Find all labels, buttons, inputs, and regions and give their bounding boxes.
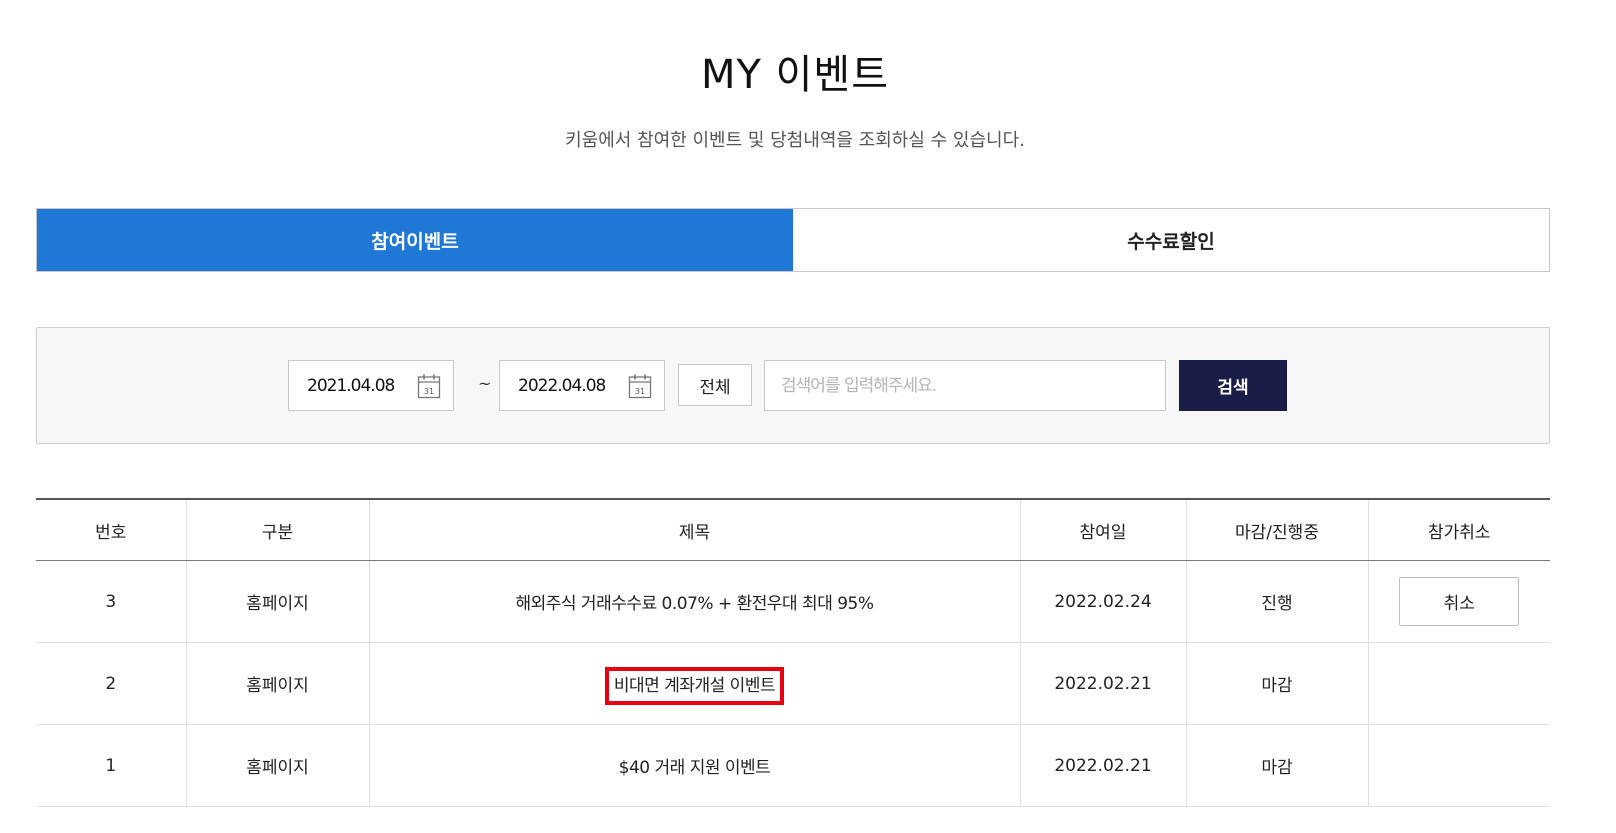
row-title-text[interactable]: $40 거래 지원 이벤트 (619, 758, 771, 778)
row-title[interactable]: 해외주식 거래수수료 0.07% + 환전우대 최대 95% (369, 560, 1021, 643)
page-title: MY 이벤트 (700, 52, 890, 98)
search-input[interactable] (764, 360, 1166, 411)
row-title[interactable]: 비대면 계좌개설 이벤트 (369, 642, 1021, 725)
search-button[interactable]: 검색 (1179, 360, 1287, 411)
table-row: 3 홈페이지 해외주식 거래수수료 0.07% + 환전우대 최대 95% 20… (36, 560, 1550, 643)
header-number: 번호 (36, 499, 187, 561)
calendar-icon-day: 31 (635, 387, 645, 396)
row-status: 마감 (1186, 724, 1369, 807)
row-cancel-cell (1368, 724, 1550, 807)
row-number: 1 (36, 724, 187, 807)
header-cancel: 참가취소 (1368, 499, 1550, 561)
end-date-value: 2022.04.08 (518, 375, 606, 396)
row-category: 홈페이지 (186, 642, 370, 725)
table-row: 1 홈페이지 $40 거래 지원 이벤트 2022.02.21 마감 (36, 724, 1550, 807)
row-status: 마감 (1186, 642, 1369, 725)
tab-fee-discount[interactable]: 수수료할인 (793, 209, 1549, 271)
row-date: 2022.02.21 (1020, 724, 1187, 807)
header-category: 구분 (186, 499, 370, 561)
row-date: 2022.02.24 (1020, 560, 1187, 643)
header-status: 마감/진행중 (1186, 499, 1369, 561)
cancel-button[interactable]: 취소 (1399, 577, 1520, 626)
search-panel: 2021.04.08 31 ~ 2022.04.08 31 전체 검색 (36, 327, 1550, 444)
table-header-row: 번호 구분 제목 참여일 마감/진행중 참가취소 (36, 499, 1550, 561)
table-row: 2 홈페이지 비대면 계좌개설 이벤트 2022.02.21 마감 (36, 642, 1550, 725)
events-table: 번호 구분 제목 참여일 마감/진행중 참가취소 3 홈페이지 해외주식 거래수… (36, 498, 1550, 807)
end-date-field[interactable]: 2022.04.08 31 (499, 360, 665, 411)
row-status: 진행 (1186, 560, 1369, 643)
date-range-separator: ~ (478, 374, 492, 393)
start-date-field[interactable]: 2021.04.08 31 (288, 360, 454, 411)
row-number: 3 (36, 560, 187, 643)
row-category: 홈페이지 (186, 560, 370, 643)
row-date: 2022.02.21 (1020, 642, 1187, 725)
row-number: 2 (36, 642, 187, 725)
row-category: 홈페이지 (186, 724, 370, 807)
start-date-value: 2021.04.08 (307, 375, 395, 396)
row-title[interactable]: $40 거래 지원 이벤트 (369, 724, 1021, 807)
calendar-icon[interactable]: 31 (628, 373, 652, 399)
header-title: 제목 (369, 499, 1021, 561)
row-cancel-cell: 취소 (1368, 560, 1550, 643)
all-period-button[interactable]: 전체 (678, 364, 752, 406)
calendar-icon-day: 31 (424, 387, 434, 396)
calendar-icon[interactable]: 31 (417, 373, 441, 399)
row-title-text[interactable]: 해외주식 거래수수료 0.07% + 환전우대 최대 95% (515, 594, 874, 614)
page-subtitle: 키움에서 참여한 이벤트 및 당첨내역을 조회하실 수 있습니다. (565, 130, 1025, 151)
tab-participated-events[interactable]: 참여이벤트 (37, 209, 793, 271)
header-participation-date: 참여일 (1020, 499, 1187, 561)
row-cancel-cell (1368, 642, 1550, 725)
row-title-text-highlighted[interactable]: 비대면 계좌개설 이벤트 (604, 667, 785, 705)
tab-bar: 참여이벤트 수수료할인 (36, 208, 1550, 272)
